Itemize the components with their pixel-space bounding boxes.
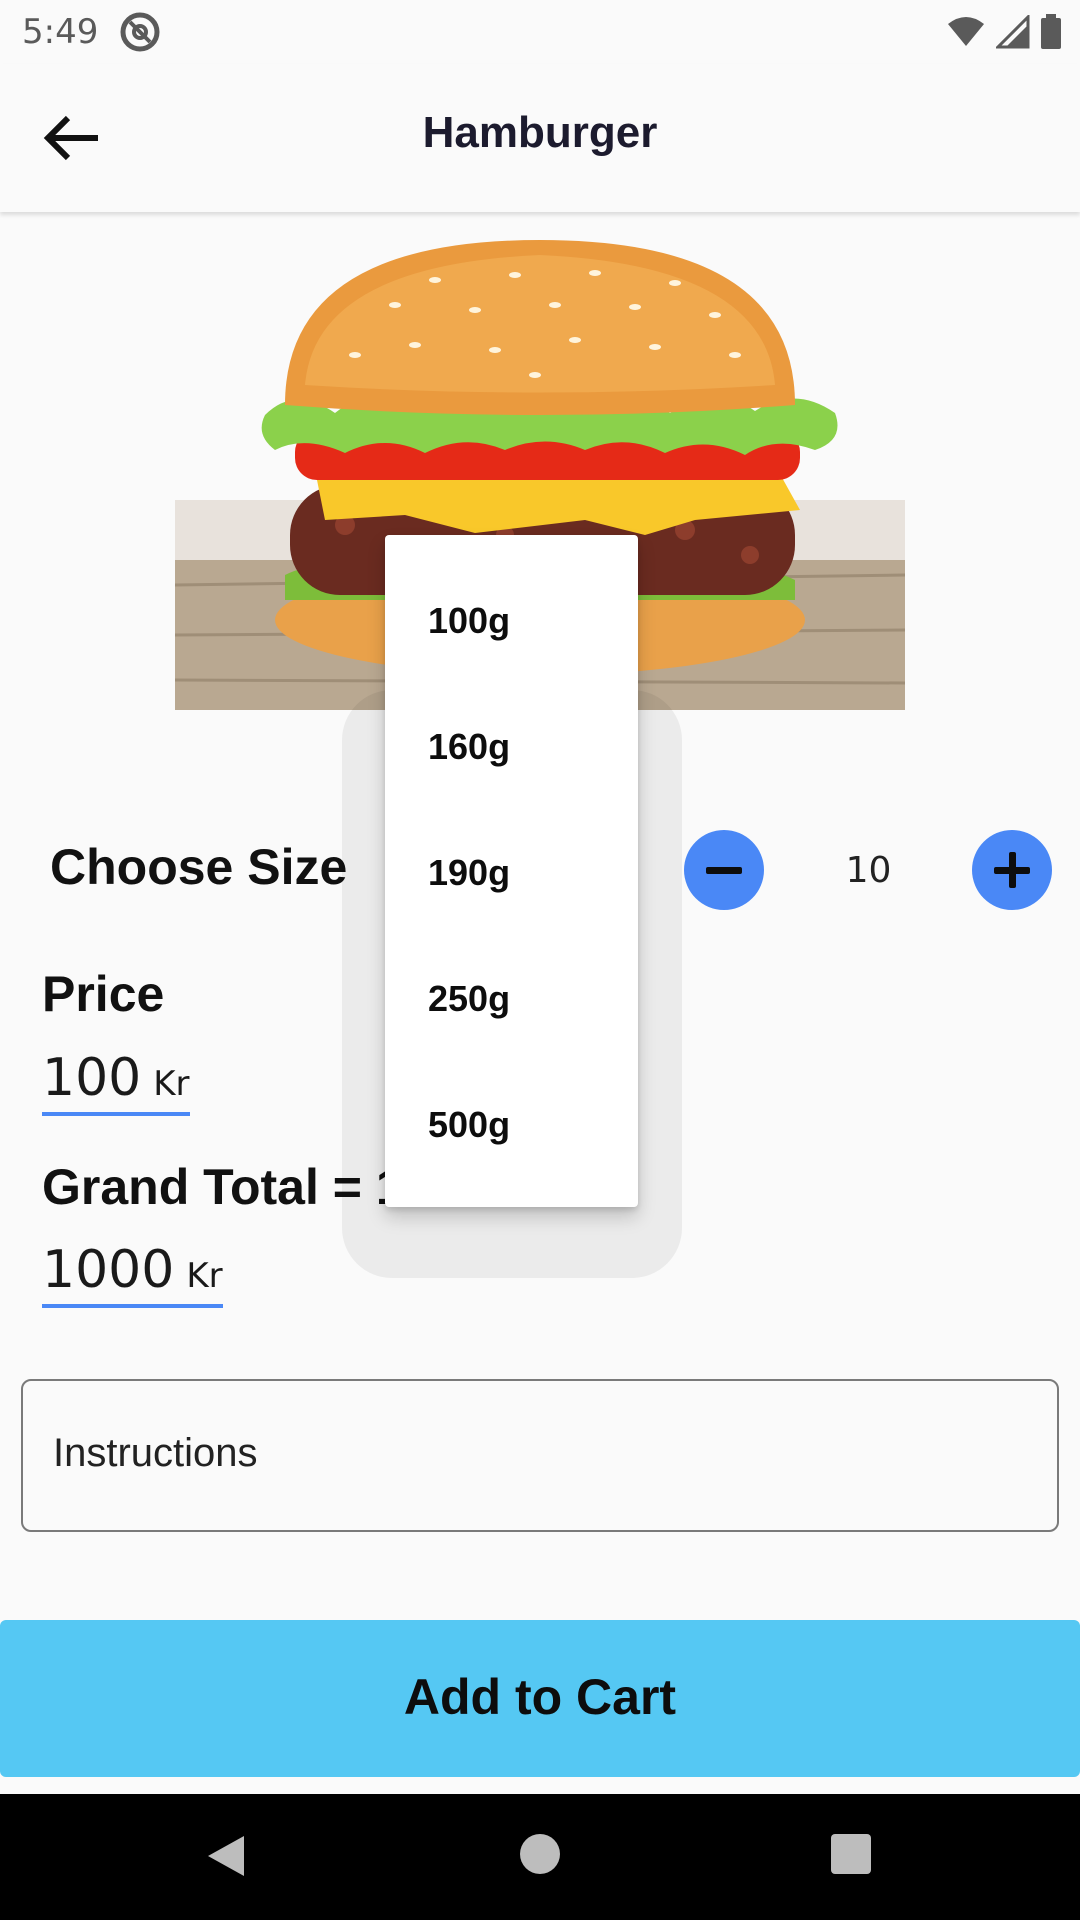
increase-quantity-button[interactable] bbox=[972, 830, 1052, 910]
price-unit: Kr bbox=[153, 1064, 190, 1104]
size-option-100g[interactable]: 100g bbox=[428, 600, 510, 642]
status-icons bbox=[946, 12, 1062, 52]
wifi-icon bbox=[948, 17, 984, 46]
signal-icon bbox=[996, 15, 1030, 49]
status-time: 5:49 bbox=[22, 12, 99, 52]
add-to-cart-button[interactable]: Add to Cart bbox=[0, 1620, 1080, 1777]
instructions-placeholder: Instructions bbox=[53, 1431, 258, 1475]
app-bar: Hamburger bbox=[0, 64, 1080, 212]
size-option-500g[interactable]: 500g bbox=[428, 1104, 510, 1146]
add-to-cart-label: Add to Cart bbox=[403, 1669, 677, 1725]
at-sign-icon bbox=[120, 12, 160, 52]
recents-square-icon[interactable] bbox=[831, 1834, 871, 1874]
grand-total-unit: Kr bbox=[186, 1256, 223, 1296]
status-bar: 5:49 bbox=[0, 0, 1080, 64]
decrease-quantity-button[interactable] bbox=[684, 830, 764, 910]
instructions-field[interactable]: Instructions bbox=[21, 1379, 1059, 1532]
page-title: Hamburger bbox=[422, 108, 658, 157]
quantity-value: 10 bbox=[845, 850, 892, 891]
price-value: 100 bbox=[42, 1048, 142, 1108]
grand-total-amount: 1000 Kr bbox=[42, 1240, 223, 1308]
home-circle-icon[interactable] bbox=[520, 1834, 560, 1874]
size-option-160g[interactable]: 160g bbox=[428, 726, 510, 768]
size-dropdown-menu: 100g 160g 190g 250g 500g bbox=[385, 535, 638, 1207]
price-label: Price bbox=[42, 966, 165, 1022]
size-option-250g[interactable]: 250g bbox=[428, 978, 510, 1020]
choose-size-label: Choose Size bbox=[50, 839, 348, 895]
battery-icon bbox=[1041, 14, 1061, 49]
grand-total-value: 1000 bbox=[42, 1240, 175, 1300]
price-amount: 100 Kr bbox=[42, 1048, 190, 1116]
size-option-190g[interactable]: 190g bbox=[428, 852, 510, 894]
back-triangle-icon[interactable] bbox=[206, 1834, 246, 1878]
system-nav-bar bbox=[0, 1794, 1080, 1920]
